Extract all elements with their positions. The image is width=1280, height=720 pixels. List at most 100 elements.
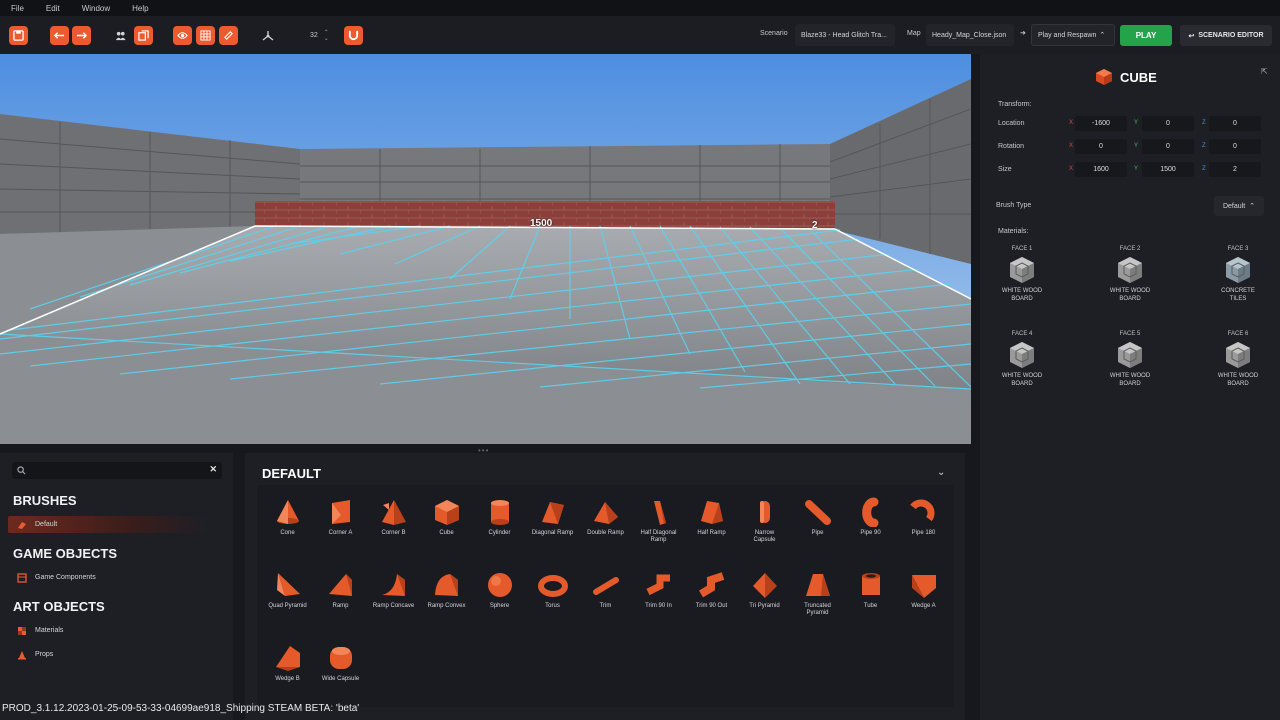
stepper-arrows[interactable]: ⌃ ⌄ [324, 30, 329, 42]
brush-type-dropdown[interactable]: Default ⌃ [1214, 196, 1264, 216]
asset-tile[interactable]: Sphere [473, 570, 526, 610]
asset-tile[interactable]: Corner A [314, 497, 367, 537]
asset-tile[interactable]: Torus [526, 570, 579, 610]
menu-window[interactable]: Window [82, 4, 110, 13]
sidebar-item-label: Props [35, 651, 54, 658]
magnet-icon [348, 30, 359, 41]
map-field[interactable]: Heady_Map_Close.json [926, 24, 1014, 46]
materials-label: Materials: [998, 228, 1029, 235]
visibility-button[interactable] [173, 26, 192, 45]
group-icon [115, 31, 126, 41]
location-y-field[interactable]: 0 [1142, 116, 1194, 131]
location-z-field[interactable]: 0 [1209, 116, 1261, 131]
sidebar-item-props[interactable]: Props [8, 646, 208, 663]
asset-tile[interactable]: Cylinder [473, 497, 526, 537]
asset-label: Diagonal Ramp [531, 530, 574, 536]
asset-tile[interactable]: Double Ramp [579, 497, 632, 537]
grid-icon [200, 30, 211, 41]
asset-tile[interactable]: Trim [579, 570, 632, 610]
tube-icon [861, 573, 880, 595]
grid-size-stepper[interactable]: 32 ⌃ ⌄ [304, 27, 334, 44]
asset-tile[interactable]: Half Ramp [685, 497, 738, 537]
size-y-field[interactable]: 1500 [1142, 162, 1194, 177]
undo-button[interactable] [50, 26, 69, 45]
ruler-button[interactable] [219, 26, 238, 45]
game-objects-heading: GAME OBJECTS [13, 546, 118, 561]
search-input[interactable]: ✕ [12, 462, 222, 479]
box-icon [17, 572, 27, 583]
material-face-slot[interactable]: FACE 3 CONCRETE TILES [1198, 246, 1278, 303]
asset-label: Cylinder [488, 530, 511, 536]
asset-tile[interactable]: Pipe 180 [897, 497, 950, 537]
size-x-field[interactable]: 1600 [1075, 162, 1127, 177]
asset-tile[interactable]: Tube [844, 570, 897, 610]
save-icon [13, 30, 24, 41]
menu-edit[interactable]: Edit [46, 4, 60, 13]
asset-tile[interactable]: Quad Pyramid [261, 570, 314, 610]
save-button[interactable] [9, 26, 28, 45]
asset-tile[interactable]: Ramp Convex [420, 570, 473, 610]
location-x-field[interactable]: -1600 [1075, 116, 1127, 131]
asset-tile[interactable]: Trim 90 Out [685, 570, 738, 610]
scenario-editor-label: SCENARIO EDITOR [1198, 32, 1264, 39]
close-icon[interactable]: ✕ [209, 464, 217, 475]
asset-tile[interactable]: Half Diagonal Ramp [632, 497, 685, 544]
asset-tile[interactable]: Wide Capsule [314, 643, 367, 683]
snap-button[interactable] [344, 26, 363, 45]
respawn-dropdown[interactable]: Play and Respawn ⌃ [1031, 24, 1115, 46]
redo-button[interactable] [72, 26, 91, 45]
asset-tile[interactable]: Cone [261, 497, 314, 537]
material-face-slot[interactable]: FACE 1 WHITE WOOD BOARD [982, 246, 1062, 303]
asset-tile[interactable]: Truncated Pyramid [791, 570, 844, 617]
material-thumbnail-icon [1010, 257, 1034, 283]
asset-tile[interactable]: Wedge A [897, 570, 950, 610]
material-face-slot[interactable]: FACE 6 WHITE WOOD BOARD [1198, 331, 1278, 388]
asset-tile[interactable]: Cube [420, 497, 473, 537]
asset-tile[interactable]: Corner B [367, 497, 420, 537]
asset-tile[interactable]: Ramp [314, 570, 367, 610]
material-face-slot[interactable]: FACE 4 WHITE WOOD BOARD [982, 331, 1062, 388]
back-arrow-icon: ↩ [1188, 32, 1195, 40]
pivot-button[interactable] [258, 26, 277, 45]
material-face-slot[interactable]: FACE 5 WHITE WOOD BOARD [1090, 331, 1170, 388]
sidebar-item-label: Game Components [35, 574, 96, 581]
asset-label: Quad Pyramid [268, 603, 307, 609]
asset-tile[interactable]: Ramp Concave [367, 570, 420, 610]
chevron-down-icon[interactable]: ⌄ [324, 36, 329, 42]
sidebar-item-materials[interactable]: Materials [8, 622, 208, 639]
chevron-down-icon[interactable]: ⌄ [937, 467, 945, 478]
menu-bar: File Edit Window Help [0, 0, 1280, 16]
scenario-field[interactable]: Blaze33 - Head Glitch Tra... [795, 24, 895, 46]
wedge-b-icon [275, 646, 300, 671]
asset-tile[interactable]: Trim 90 In [632, 570, 685, 610]
asset-tile[interactable]: Narrow Capsule [738, 497, 791, 544]
asset-tile[interactable]: Pipe 90 [844, 497, 897, 537]
asset-label: Cone [280, 530, 295, 536]
axis-gizmo-icon [262, 30, 273, 41]
cylinder-icon [490, 500, 509, 525]
material-name-line2: BOARD [1011, 296, 1033, 302]
material-face-slot[interactable]: FACE 2 WHITE WOOD BOARD [1090, 246, 1170, 303]
popout-icon[interactable]: ⇱ [1261, 67, 1268, 76]
asset-tile[interactable]: Tri Pyramid [738, 570, 791, 610]
dimension-label-width: 1500 [530, 218, 553, 229]
grid-toggle-button[interactable] [196, 26, 215, 45]
menu-help[interactable]: Help [132, 4, 148, 13]
sidebar-item-default[interactable]: Default [8, 516, 208, 533]
sidebar-item-game-components[interactable]: Game Components [8, 569, 208, 586]
3d-viewport[interactable]: 1500 2 [0, 54, 971, 444]
trim-90-in-icon [645, 574, 670, 596]
copy-button[interactable] [134, 26, 153, 45]
asset-label: Trim 90 Out [695, 603, 728, 609]
play-button[interactable]: PLAY [1120, 25, 1172, 46]
group-button[interactable] [111, 26, 130, 45]
asset-tile[interactable]: Wedge B [261, 643, 314, 683]
rotation-y-field[interactable]: 0 [1142, 139, 1194, 154]
size-z-field[interactable]: 2 [1209, 162, 1261, 177]
rotation-x-field[interactable]: 0 [1075, 139, 1127, 154]
rotation-z-field[interactable]: 0 [1209, 139, 1261, 154]
scenario-editor-button[interactable]: ↩ SCENARIO EDITOR [1180, 25, 1272, 46]
menu-file[interactable]: File [11, 4, 24, 13]
asset-tile[interactable]: Pipe [791, 497, 844, 537]
asset-tile[interactable]: Diagonal Ramp [526, 497, 579, 537]
